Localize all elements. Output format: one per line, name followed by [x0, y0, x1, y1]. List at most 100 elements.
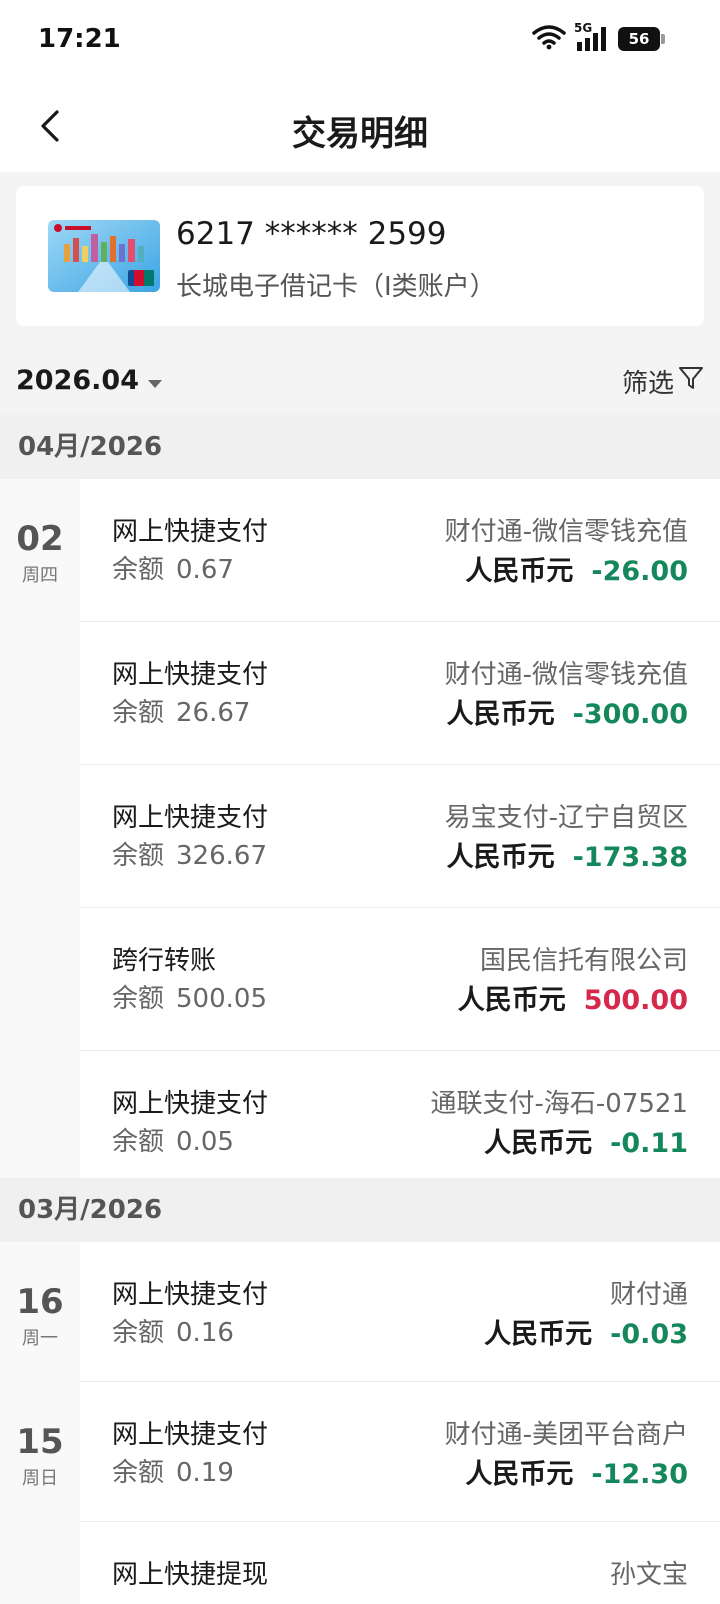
filter-button[interactable]: 筛选 — [622, 363, 704, 400]
balance-value: 500.05 — [176, 984, 267, 1014]
balance-value: 0.05 — [176, 1127, 234, 1157]
balance-label: 余额 — [112, 555, 165, 585]
balance: 余额 326.67 — [112, 835, 267, 872]
balance-value: 0.67 — [176, 555, 234, 585]
transaction-row[interactable]: 网上快捷支付 余额 326.67 易宝支付-辽宁自贸区 人民币元 -173.38 — [80, 765, 720, 908]
payee: 财付通-美团平台商户 — [444, 1420, 688, 1450]
filter-funnel-icon — [678, 365, 704, 398]
balance-label: 余额 — [112, 1458, 165, 1488]
payee: 财付通-微信零钱充值 — [444, 517, 688, 547]
amount: 500.00 — [583, 985, 688, 1016]
currency: 人民币元 — [465, 1459, 574, 1490]
day-number: 02 — [16, 519, 64, 559]
card-type: 长城电子借记卡（I类账户） — [176, 272, 496, 302]
amount-line: 人民币元 -0.11 — [484, 1121, 688, 1160]
amount-line: 人民币元 -26.00 — [465, 549, 688, 588]
balance: 余额 500.05 — [112, 978, 267, 1015]
day-number: 15 — [16, 1422, 64, 1462]
day-group: 15 周日 网上快捷支付 余额 0.19 财付通-美团平台商户 人民币元 -12.3… — [0, 1382, 720, 1604]
transaction-list: 网上快捷支付 余额 0.19 财付通-美团平台商户 人民币元 -12.30 网上快捷… — [80, 1382, 720, 1604]
balance: 余额 0.19 — [112, 1452, 234, 1489]
balance-label: 余额 — [112, 698, 165, 728]
transaction-type: 网上快捷支付 — [112, 1089, 269, 1119]
amount-line: 人民币元 -300.00 — [447, 692, 688, 731]
weekday: 周一 — [22, 1328, 58, 1349]
balance-label: 余额 — [112, 1127, 165, 1157]
amount: -0.11 — [610, 1128, 688, 1159]
transaction-type: 网上快捷提现 — [112, 1560, 269, 1590]
day-number: 16 — [16, 1282, 64, 1322]
balance: 余额 26.67 — [112, 692, 250, 729]
weekday: 周日 — [22, 1468, 58, 1489]
balance: 余额 0.05 — [112, 1121, 234, 1158]
date-column: 02 周四 — [0, 479, 80, 587]
amount: -12.30 — [591, 1459, 688, 1490]
transaction-type: 网上快捷支付 — [112, 803, 269, 833]
currency: 人民币元 — [465, 556, 574, 587]
transaction-row[interactable]: 跨行转账 余额 500.05 国民信托有限公司 人民币元 500.00 — [80, 908, 720, 1051]
transaction-row[interactable]: 网上快捷支付 余额 0.19 财付通-美团平台商户 人民币元 -12.30 — [80, 1382, 720, 1522]
date-column: 16 周一 — [0, 1242, 80, 1350]
selected-month: 2026.04 — [16, 365, 139, 396]
transaction-row[interactable]: 网上快捷支付 余额 0.05 通联支付-海石-07521 人民币元 -0.11 — [80, 1051, 720, 1194]
balance: 余额 0.67 — [112, 549, 234, 586]
balance-label: 余额 — [112, 1318, 165, 1348]
balance-value: 26.67 — [176, 698, 251, 728]
dropdown-caret-icon — [147, 365, 163, 396]
payee: 通联支付-海石-07521 — [430, 1089, 688, 1119]
account-card[interactable]: 6217 ****** 2599 长城电子借记卡（I类账户） — [16, 186, 704, 326]
filter-bar: 2026.04 筛选 — [0, 345, 720, 425]
day-group: 16 周一 网上快捷支付 余额 0.16 财付通 人民币元 -0.03 — [0, 1242, 720, 1382]
status-time: 17:21 — [38, 24, 121, 54]
amount-line: 人民币元 -0.03 — [484, 1312, 688, 1351]
balance-value: 0.16 — [176, 1318, 234, 1348]
currency: 人民币元 — [446, 699, 555, 730]
amount: -26.00 — [591, 556, 688, 587]
battery-icon: 56 — [618, 27, 665, 51]
payee: 易宝支付-辽宁自贸区 — [444, 803, 688, 833]
weekday: 周四 — [22, 565, 58, 586]
month-header: 04月/2026 — [0, 415, 720, 479]
amount: -173.38 — [572, 842, 688, 873]
month-selector[interactable]: 2026.04 — [16, 365, 163, 396]
transaction-row[interactable]: 网上快捷支付 余额 26.67 财付通-微信零钱充值 人民币元 -300.00 — [80, 622, 720, 765]
currency: 人民币元 — [457, 985, 566, 1016]
nav-bar: 交易明细 — [0, 84, 720, 172]
filter-label: 筛选 — [621, 369, 674, 399]
page-title: 交易明细 — [292, 114, 428, 154]
transaction-row[interactable]: 网上快捷提现 孙文宝 — [80, 1522, 720, 1604]
amount: -300.00 — [572, 699, 688, 730]
card-number: 6217 ****** 2599 — [176, 216, 447, 252]
amount-line: 人民币元 -173.38 — [447, 835, 688, 874]
transaction-list: 网上快捷支付 余额 0.67 财付通-微信零钱充值 人民币元 -26.00 网上快捷… — [80, 479, 720, 1194]
bank-card-image — [48, 220, 160, 292]
day-group: 02 周四 网上快捷支付 余额 0.67 财付通-微信零钱充值 人民币元 -26.0… — [0, 479, 720, 1194]
status-bar: 17:21 5G 56 — [0, 0, 720, 84]
transaction-list: 网上快捷支付 余额 0.16 财付通 人民币元 -0.03 — [80, 1242, 720, 1382]
amount: -0.03 — [610, 1319, 688, 1350]
transaction-type: 网上快捷支付 — [112, 660, 269, 690]
status-icons: 5G 56 — [532, 21, 665, 54]
date-column: 15 周日 — [0, 1382, 80, 1490]
signal-icon: 5G — [574, 21, 610, 53]
balance-value: 0.19 — [176, 1458, 234, 1488]
balance-label: 余额 — [112, 841, 165, 871]
wifi-icon — [532, 24, 566, 54]
transaction-type: 网上快捷支付 — [112, 1280, 269, 1310]
currency: 人民币元 — [484, 1319, 593, 1350]
transaction-type: 网上快捷支付 — [112, 517, 269, 547]
currency: 人民币元 — [446, 842, 555, 873]
transaction-row[interactable]: 网上快捷支付 余额 0.67 财付通-微信零钱充值 人民币元 -26.00 — [80, 479, 720, 622]
balance-value: 326.67 — [176, 841, 267, 871]
amount-line: 人民币元 500.00 — [458, 978, 688, 1017]
payee: 财付通-微信零钱充值 — [444, 660, 688, 690]
amount-line: 人民币元 -12.30 — [465, 1452, 688, 1491]
currency: 人民币元 — [484, 1128, 593, 1159]
payee: 孙文宝 — [609, 1560, 688, 1590]
transaction-type: 网上快捷支付 — [112, 1420, 269, 1450]
transaction-row[interactable]: 网上快捷支付 余额 0.16 财付通 人民币元 -0.03 — [80, 1242, 720, 1382]
payee: 财付通 — [609, 1280, 688, 1310]
balance: 余额 0.16 — [112, 1312, 234, 1349]
payee: 国民信托有限公司 — [479, 946, 688, 976]
balance-label: 余额 — [112, 984, 165, 1014]
